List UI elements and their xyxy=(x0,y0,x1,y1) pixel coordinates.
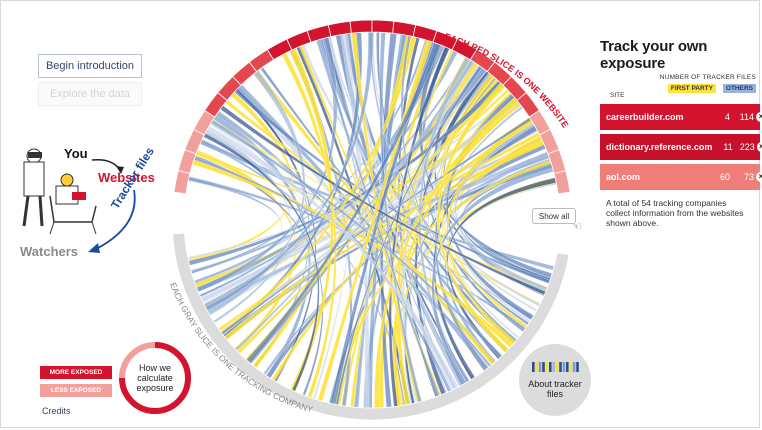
remove-site-icon[interactable]: × xyxy=(756,172,762,182)
website-slice[interactable] xyxy=(286,30,312,51)
panel-title: Track your own exposure xyxy=(600,38,708,72)
barcode-bar xyxy=(532,362,535,372)
about-tracker-files-button[interactable]: About tracker files xyxy=(525,374,585,404)
website-slice[interactable] xyxy=(349,19,373,34)
site-name: aol.com xyxy=(606,172,641,182)
show-all-button[interactable]: Show all xyxy=(532,208,576,224)
people-illustration-icon xyxy=(22,148,97,235)
barcode-bar xyxy=(559,362,562,372)
others-count: 73 xyxy=(743,172,754,182)
hand-cursor-icon: ☜ xyxy=(572,221,582,233)
others-count: 223 xyxy=(739,142,755,152)
arrow-you xyxy=(91,158,121,171)
barcode-bar xyxy=(566,362,569,372)
how-we-calculate-button[interactable]: How we calculate exposure xyxy=(127,350,183,406)
exposure-panel: Track your own exposure NUMBER OF TRACKE… xyxy=(600,38,762,228)
first-party-tag: FIRST PARTY xyxy=(667,84,716,93)
others-count: 114 xyxy=(739,112,754,122)
remove-site-icon[interactable]: × xyxy=(756,142,762,152)
label-watchers: Watchers xyxy=(20,244,79,259)
barcode-bar xyxy=(562,362,566,372)
barcode-bar xyxy=(572,362,576,372)
begin-introduction-button[interactable]: Begin introduction xyxy=(38,54,142,78)
arrowhead-tracker xyxy=(88,243,100,253)
remove-site-icon[interactable]: × xyxy=(756,112,762,122)
website-slice[interactable] xyxy=(539,128,560,155)
explore-data-button[interactable]: Explore the data xyxy=(38,82,142,106)
ribbons xyxy=(187,31,557,409)
first-party-count: 4 xyxy=(724,112,730,122)
barcode-bar xyxy=(569,362,572,372)
barcode-bar xyxy=(549,362,552,372)
site-row[interactable]: dictionary.reference.com 11 223 × xyxy=(600,134,762,160)
barcode-bar xyxy=(542,362,545,372)
site-header: SITE xyxy=(610,92,625,99)
website-slice[interactable] xyxy=(173,170,191,195)
credits-link[interactable]: Credits xyxy=(42,406,71,416)
site-name: dictionary.reference.com xyxy=(606,142,713,152)
legend-more-exposed: MORE EXPOSED xyxy=(40,366,112,379)
legend-less-exposed: LESS EXPOSED xyxy=(40,384,112,397)
site-name: careerbuilder.com xyxy=(606,112,684,122)
barcode-bar xyxy=(555,362,559,372)
num-header: NUMBER OF TRACKER FILES xyxy=(659,74,756,81)
site-row[interactable]: careerbuilder.com 4 114 × xyxy=(600,104,762,130)
first-party-count: 60 xyxy=(719,172,730,182)
barcode-bar xyxy=(535,362,538,372)
website-slice[interactable] xyxy=(553,170,571,195)
website-slice[interactable] xyxy=(371,19,395,34)
barcode-bar xyxy=(545,362,549,372)
barcode-bar xyxy=(576,362,579,372)
panel-note: A total of 54 tracking companies collect… xyxy=(606,198,744,228)
others-tag: OTHERS xyxy=(722,84,756,93)
first-party-count: 11 xyxy=(723,142,733,152)
site-row[interactable]: aol.com 60 73 × xyxy=(600,164,762,190)
label-you: You xyxy=(64,146,88,161)
barcode-bar xyxy=(538,362,542,372)
site-list: careerbuilder.com 4 114 × dictionary.referen… xyxy=(600,104,762,190)
barcode-bar xyxy=(552,362,555,372)
panel-header: NUMBER OF TRACKER FILES SITE FIRST PARTY… xyxy=(600,74,760,104)
